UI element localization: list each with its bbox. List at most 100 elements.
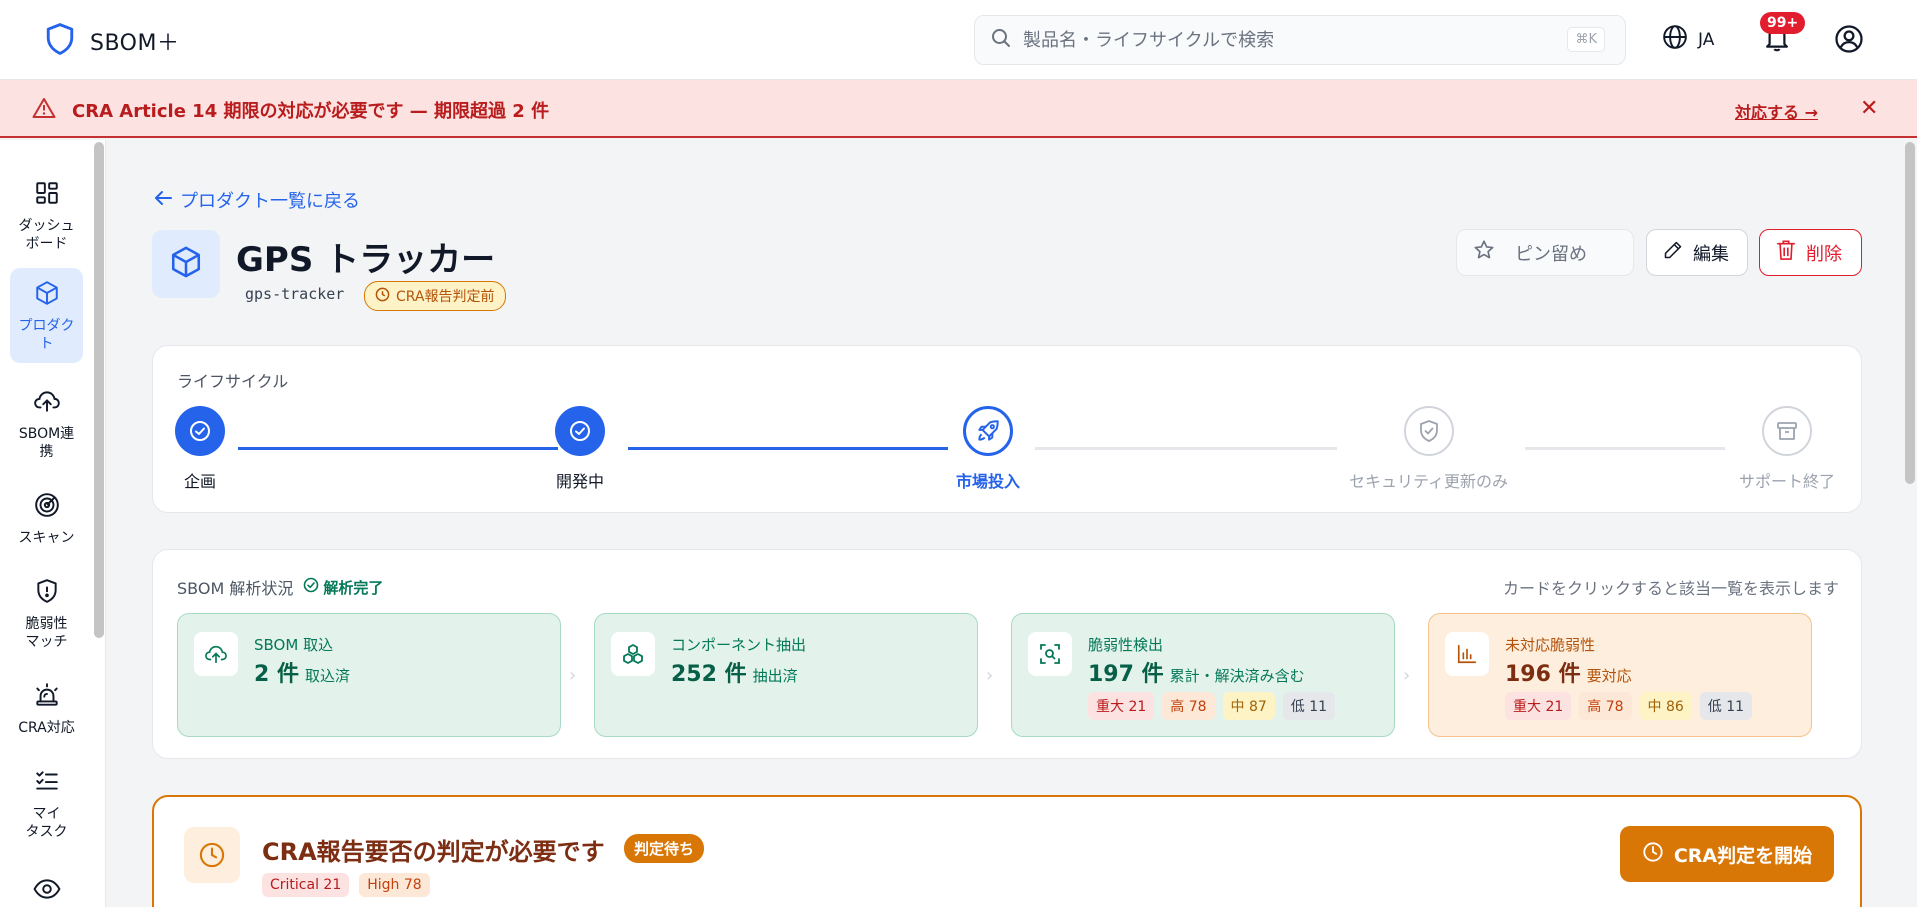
archive-icon: [1762, 406, 1812, 456]
shield-logo-icon: [44, 22, 76, 60]
sidebar-item-my-tasks[interactable]: マイ タスク: [10, 756, 83, 851]
sidebar-item-label: マイ タスク: [25, 806, 68, 840]
card-subtext: 取込済: [304, 667, 350, 685]
card-value-row: 196 件要対応: [1505, 656, 1632, 688]
lifecycle-step-planning[interactable]: 企画: [175, 406, 225, 492]
sidebar-item-vuln-match[interactable]: 脆弱性 マッチ: [10, 566, 83, 661]
lifecycle-connector: [1525, 447, 1725, 450]
radar-icon: [34, 492, 60, 529]
app-name: SBOM＋: [90, 31, 180, 56]
sidebar-item-label: SBOM連 携: [18, 426, 75, 460]
search-box[interactable]: ⌘K: [974, 15, 1626, 65]
unresolved-vulnerabilities-card[interactable]: 未対応脆弱性 196 件要対応 重大 21 高 78 中 86 低 11: [1428, 613, 1812, 737]
edit-label: 編集: [1693, 243, 1729, 265]
check-circle-icon: [555, 406, 605, 456]
chevron-right-icon: ›: [1403, 665, 1411, 686]
top-bar: SBOM＋ ⌘K JA 99+: [0, 0, 1917, 80]
cra-judgement-title: CRA報告要否の判定が必要です: [262, 838, 605, 866]
severity-chip-high: 高 78: [1162, 692, 1215, 720]
siren-icon: [33, 682, 61, 719]
lifecycle-step-label: セキュリティ更新のみ: [1349, 472, 1509, 491]
lifecycle-step-development[interactable]: 開発中: [555, 406, 605, 492]
chevron-right-icon: ›: [986, 665, 994, 686]
lifecycle-step-market-launch[interactable]: 市場投入: [956, 406, 1020, 492]
pin-button[interactable]: ピン留め: [1456, 229, 1634, 276]
page-scrollbar[interactable]: [1905, 142, 1915, 484]
start-cra-judgement-button[interactable]: CRA判定を開始: [1620, 826, 1834, 882]
severity-chip-medium: 中 86: [1639, 692, 1692, 720]
sidebar-item-scan[interactable]: スキャン: [10, 480, 83, 557]
components-icon: [611, 632, 655, 676]
card-value: 2 件: [254, 662, 299, 687]
lifecycle-step-end-of-support[interactable]: サポート終了: [1739, 406, 1835, 492]
card-value-row: 197 件累計・解決済み含む: [1088, 656, 1305, 688]
sidebar-scrollbar[interactable]: [94, 142, 104, 638]
vulnerability-detection-card[interactable]: 脆弱性検出 197 件累計・解決済み含む 重大 21 高 78 中 87 低 1…: [1011, 613, 1395, 737]
pending-badge: 判定待ち: [624, 834, 705, 863]
severity-chips: 重大 21 高 78 中 87 低 11: [1088, 692, 1336, 720]
alert-banner: CRA Article 14 期限の対応が必要です — 期限超過 2 件 対応す…: [0, 80, 1917, 138]
lifecycle-step-label: サポート終了: [1739, 472, 1836, 491]
severity-chip-low: 低 11: [1282, 692, 1336, 720]
sbom-analysis-header: SBOM 解析状況 解析完了: [177, 575, 383, 599]
sbom-analysis-card: SBOM 解析状況 解析完了 カードをクリックすると該当一覧を表示します SBO…: [152, 549, 1862, 759]
lifecycle-card: ライフサイクル 企画 開発中 市場投入 セキュリティ更新のみ サポート終了: [152, 345, 1862, 513]
card-value-row: 252 件抽出済: [671, 656, 798, 688]
clock-icon: [375, 287, 390, 306]
delete-label: 削除: [1806, 243, 1842, 265]
sidebar: ダッシュ ボード プロダク ト SBOM連 携 スキャン 脆弱性 マッチ CRA…: [0, 140, 106, 907]
close-icon[interactable]: ✕: [1860, 96, 1878, 121]
lifecycle-step-security-updates[interactable]: セキュリティ更新のみ: [1349, 406, 1508, 492]
user-avatar-icon[interactable]: [1834, 24, 1864, 58]
check-circle-icon: [175, 406, 225, 456]
sidebar-item-dashboard[interactable]: ダッシュ ボード: [10, 168, 83, 263]
language-label: JA: [1698, 29, 1715, 50]
sidebar-item-products[interactable]: プロダク ト: [10, 268, 83, 363]
sidebar-item-label: 脆弱性 マッチ: [25, 616, 68, 650]
cra-judgement-card: CRA報告要否の判定が必要です 判定待ち Critical 21 High 78…: [152, 795, 1862, 907]
component-extraction-card[interactable]: コンポーネント抽出 252 件抽出済: [594, 613, 978, 737]
severity-chips: 重大 21 高 78 中 86 低 11: [1505, 692, 1753, 720]
dashboard-icon: [34, 180, 60, 217]
edit-button[interactable]: 編集: [1646, 229, 1748, 276]
sidebar-item-label: ダッシュ ボード: [18, 218, 75, 252]
shield-check-icon: [1403, 406, 1454, 456]
delete-button[interactable]: 削除: [1759, 229, 1862, 276]
check-circle-icon: [303, 577, 319, 597]
back-link-label: プロダクト一覧に戻る: [180, 191, 360, 212]
cloud-upload-icon: [194, 632, 238, 676]
back-to-products-link[interactable]: プロダクト一覧に戻る: [154, 187, 360, 213]
card-subtext: 要対応: [1586, 667, 1632, 685]
search-input[interactable]: [1023, 29, 1563, 51]
clock-icon: [1642, 841, 1664, 868]
sidebar-item-label: プロダク ト: [18, 318, 75, 352]
sbom-hint: カードをクリックすると該当一覧を表示します: [1502, 579, 1839, 598]
sidebar-item-cra[interactable]: CRA対応: [10, 670, 83, 747]
lifecycle-step-label: 開発中: [555, 472, 604, 491]
severity-chip-high: 高 78: [1579, 692, 1632, 720]
eye-icon: [33, 878, 61, 907]
pencil-icon: [1663, 240, 1683, 265]
severity-chip-high: High 78: [359, 873, 430, 897]
alert-action-link[interactable]: 対応する →: [1735, 99, 1818, 123]
lifecycle-step-label: 企画: [183, 472, 216, 491]
arrow-left-icon: [154, 190, 172, 211]
status-badge: CRA報告判定前: [364, 281, 506, 311]
analysis-status: 解析完了: [303, 577, 383, 598]
brand[interactable]: SBOM＋: [44, 22, 179, 60]
sbom-import-card[interactable]: SBOM 取込 2 件取込済: [177, 613, 561, 737]
rocket-icon: [963, 406, 1013, 456]
sidebar-item-watch[interactable]: [10, 866, 83, 907]
sidebar-item-sbom[interactable]: SBOM連 携: [10, 376, 83, 471]
search-shortcut: ⌘K: [1567, 27, 1605, 52]
trash-icon: [1776, 239, 1796, 266]
shield-alert-icon: [34, 578, 60, 615]
card-subtext: 累計・解決済み含む: [1169, 667, 1305, 685]
clock-icon: [184, 827, 240, 883]
scan-search-icon: [1028, 632, 1072, 676]
start-cra-judgement-label: CRA判定を開始: [1673, 844, 1813, 867]
analysis-status-label: 解析完了: [323, 578, 384, 597]
language-switcher[interactable]: JA: [1662, 24, 1714, 55]
severity-chip-medium: 中 87: [1222, 692, 1275, 720]
severity-chip-critical: 重大 21: [1088, 692, 1155, 720]
